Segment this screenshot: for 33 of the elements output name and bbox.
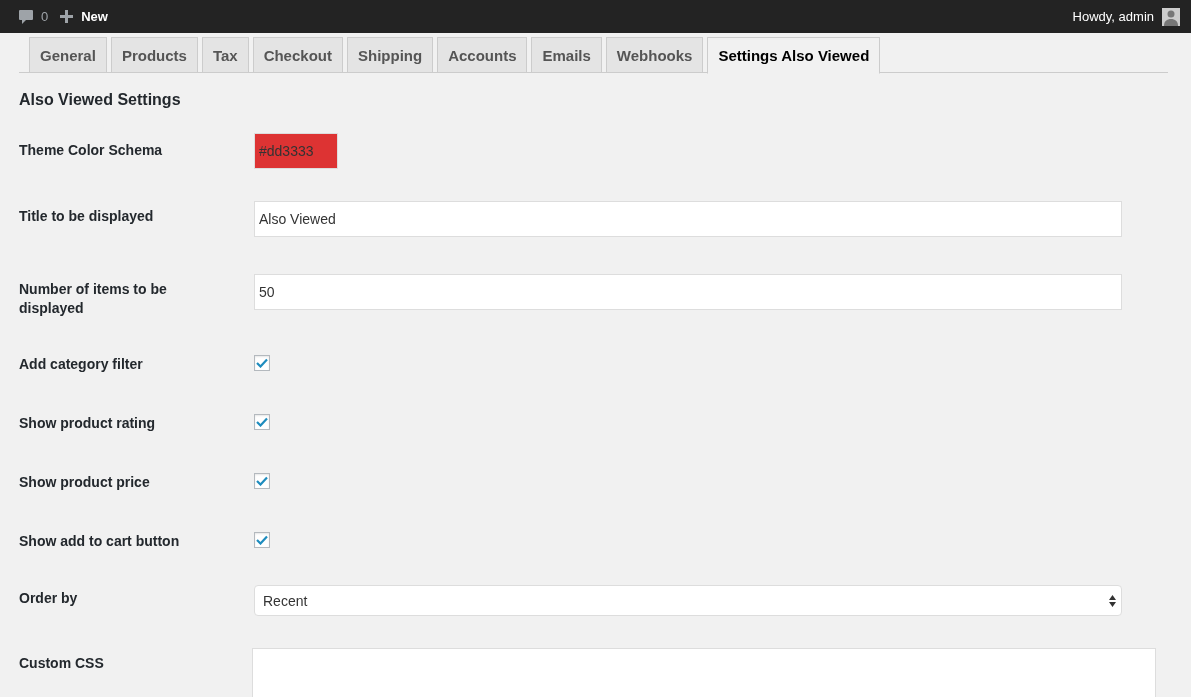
settings-tab[interactable]: Tax <box>201 37 249 73</box>
settings-tab[interactable]: Shipping <box>346 37 434 73</box>
new-link[interactable]: New <box>81 9 108 24</box>
checkbox[interactable] <box>254 414 270 430</box>
text-input-field[interactable]: 50 <box>254 274 1122 310</box>
settings-tab[interactable]: Checkout <box>252 37 343 73</box>
avatar-icon[interactable] <box>1162 7 1180 26</box>
field-label: Add category filter <box>19 355 144 374</box>
settings-tab[interactable]: General <box>29 37 107 73</box>
settings-tab[interactable]: Accounts <box>437 37 528 73</box>
checkbox[interactable] <box>254 473 270 489</box>
field-label: Show add to cart button <box>19 532 181 551</box>
settings-tab[interactable]: Products <box>110 37 198 73</box>
field-label: Number of items to be displayed <box>19 280 168 318</box>
settings-tab[interactable]: Webhooks <box>605 37 704 73</box>
comment-count[interactable]: 0 <box>41 9 49 24</box>
field-label: Custom CSS <box>19 654 105 673</box>
greeting-link[interactable]: Howdy, admin <box>1072 9 1154 24</box>
field-label: Theme Color Schema <box>19 141 164 160</box>
plus-icon[interactable] <box>60 10 74 23</box>
checkbox[interactable] <box>254 532 270 548</box>
settings-tab[interactable]: Emails <box>531 37 602 73</box>
settings-tab[interactable]: Settings Also Viewed <box>707 37 881 74</box>
field-label: Show product price <box>19 473 151 492</box>
field-label: Order by <box>19 589 79 608</box>
field-label: Title to be displayed <box>19 207 155 226</box>
field-label: Show product rating <box>19 414 157 433</box>
comment-bubble-icon[interactable] <box>18 8 34 25</box>
up-down-arrows-icon <box>1109 594 1116 607</box>
section-heading: Also Viewed Settings <box>19 91 182 109</box>
text-input-field[interactable]: Also Viewed <box>254 201 1122 237</box>
order-by-dropdown[interactable]: Recent <box>254 585 1122 616</box>
checkbox[interactable] <box>254 355 270 371</box>
